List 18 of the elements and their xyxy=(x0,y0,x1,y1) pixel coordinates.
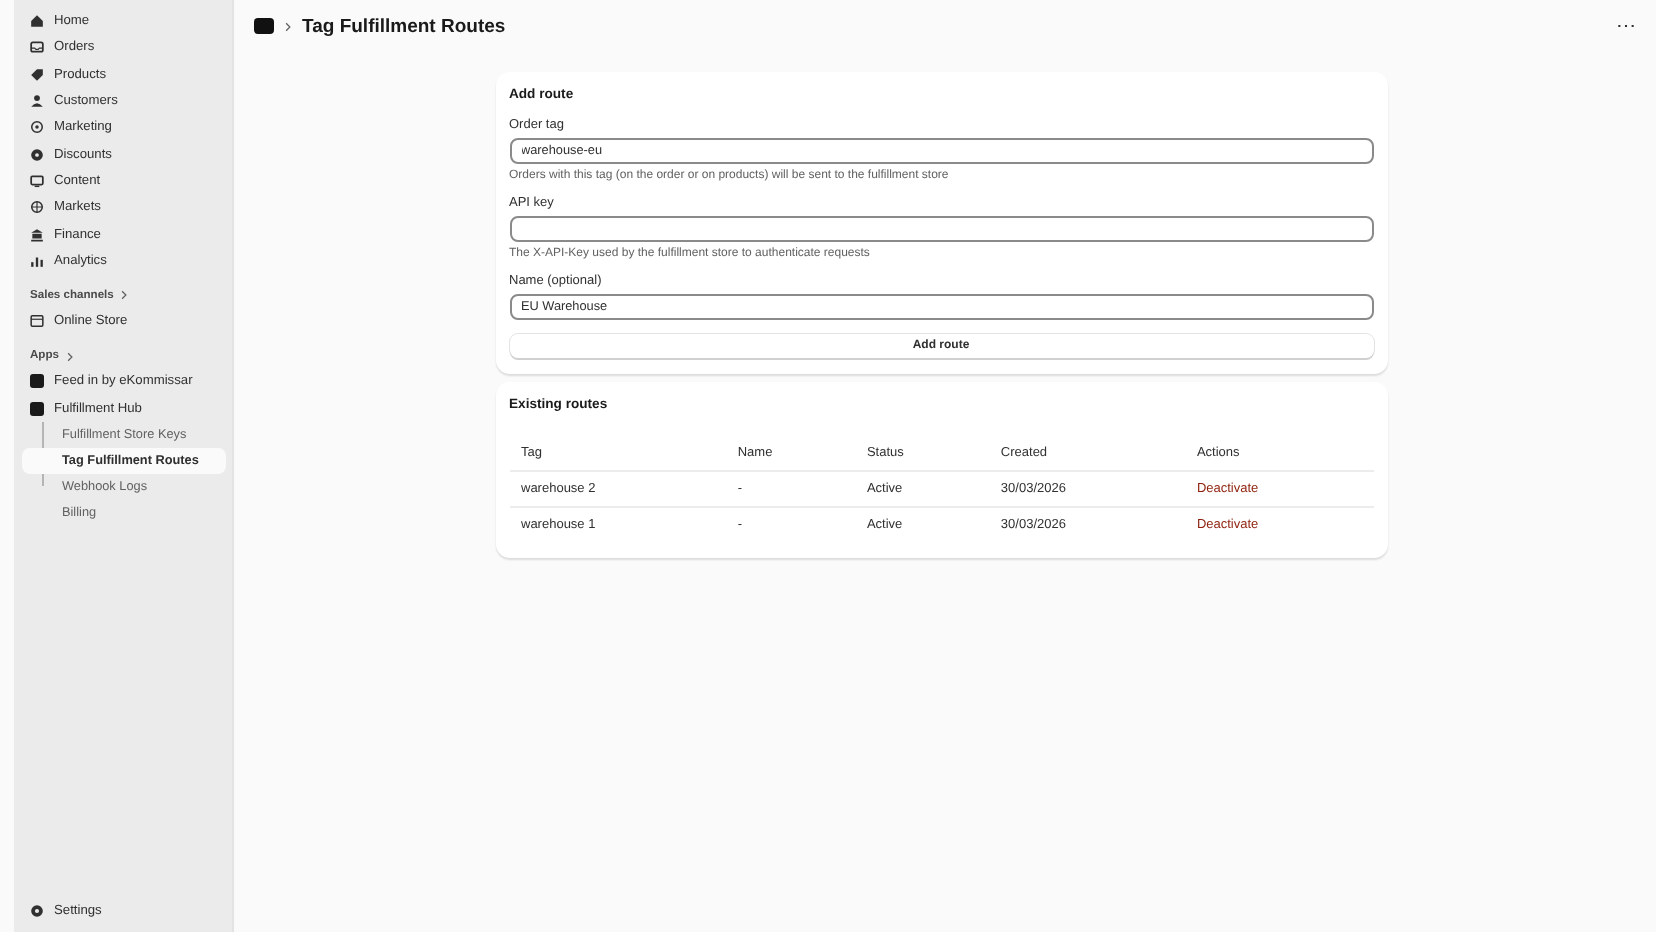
monitor-icon xyxy=(30,173,44,188)
tag-icon xyxy=(30,67,44,82)
more-button[interactable]: ⋯ xyxy=(1616,14,1636,38)
bank-icon xyxy=(30,227,44,242)
chevron-icon xyxy=(119,290,128,301)
page-title: Tag Fulfillment Routes xyxy=(302,15,506,37)
globe-icon xyxy=(30,200,44,215)
store-icon xyxy=(30,314,44,329)
chart-icon xyxy=(30,253,44,268)
person-icon xyxy=(30,94,44,109)
chevron-icon xyxy=(65,351,73,362)
chevron-icon xyxy=(284,21,292,31)
settings-icon xyxy=(30,903,44,918)
app-logo-icon xyxy=(254,18,274,34)
target-icon xyxy=(30,120,44,135)
input-field[interactable] xyxy=(509,216,1373,242)
home-icon xyxy=(30,14,44,29)
inbox-icon xyxy=(30,40,44,55)
